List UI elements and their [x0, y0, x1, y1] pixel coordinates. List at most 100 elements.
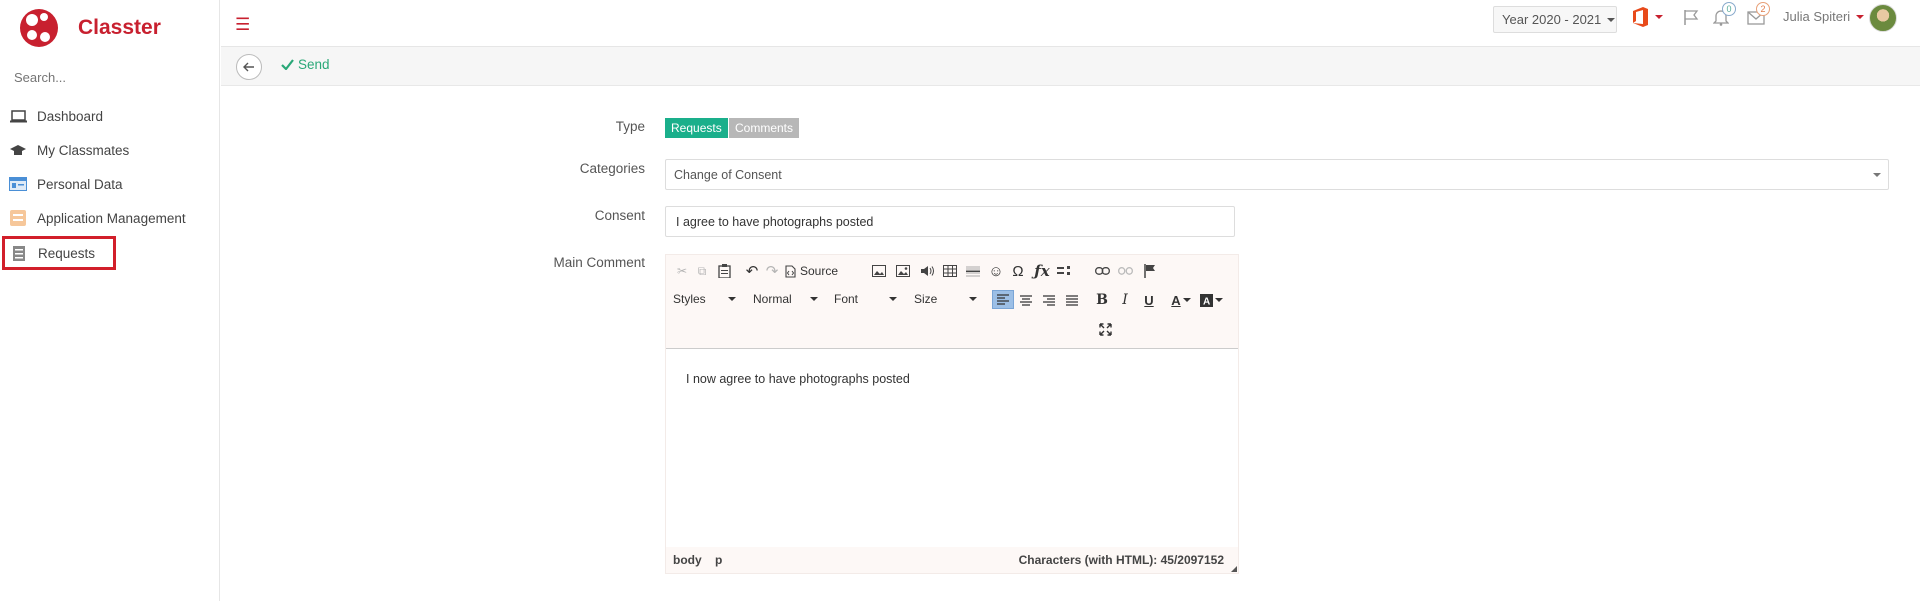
character-count: Characters (with HTML): 45/2097152 [1018, 553, 1224, 567]
size-combo-label: Size [914, 292, 938, 306]
unlink-icon[interactable] [1117, 263, 1133, 279]
italic-icon[interactable]: I [1116, 291, 1134, 309]
flag-icon[interactable] [1683, 9, 1699, 29]
special-character-icon[interactable]: Ω [1010, 263, 1026, 280]
sidebar: Classter Dashboard My Classmates Persona… [0, 0, 220, 601]
office-apps-button[interactable] [1631, 7, 1663, 27]
type-label: Type [615, 119, 645, 134]
type-comments-button[interactable]: Comments [729, 118, 800, 138]
cut-icon[interactable]: ✂ [674, 263, 690, 279]
image-icon[interactable] [871, 263, 887, 279]
notifications-bell-icon[interactable]: 0 [1712, 2, 1736, 29]
sidebar-item-dashboard[interactable]: Dashboard [0, 101, 218, 131]
back-button[interactable] [236, 54, 262, 80]
categories-select[interactable]: Change of Consent [665, 159, 1889, 190]
chevron-down-icon [1607, 17, 1616, 22]
sidebar-item-label: Personal Data [37, 176, 123, 192]
font-combo[interactable]: Font [829, 288, 903, 310]
editor-status-bar: body p Characters (with HTML): 45/209715… [666, 547, 1238, 573]
arrow-left-icon [243, 62, 254, 72]
menu-toggle-icon[interactable]: ☰ [235, 15, 250, 35]
sidebar-item-label: Dashboard [37, 108, 104, 124]
sidebar-item-label: Application Management [37, 210, 186, 226]
main-comment-label: Main Comment [553, 255, 645, 270]
graduation-cap-icon [8, 142, 28, 158]
copy-icon[interactable]: ⧉ [694, 263, 710, 279]
categories-select-value: Change of Consent [674, 167, 782, 182]
consent-label: Consent [594, 208, 645, 223]
editor-toolbar: ✂ ⧉ ↶ ↷ Source ☺ Ω ƒx Styles Normal Font… [666, 255, 1238, 349]
source-label: Source [800, 264, 839, 278]
horizontal-line-icon[interactable] [965, 263, 981, 279]
source-button[interactable]: Source [785, 263, 838, 279]
align-right-icon[interactable] [1040, 291, 1058, 309]
top-bar: ☰ Year 2020 - 2021 0 2 Julia Spiteri [221, 0, 1920, 47]
editor-content[interactable]: I now agree to have photographs posted [666, 350, 1238, 550]
svg-text:A: A [1203, 296, 1210, 307]
text-color-icon[interactable]: A [1169, 291, 1193, 309]
align-center-icon[interactable] [1017, 291, 1035, 309]
chevron-down-icon [728, 297, 736, 301]
id-card-icon [8, 176, 28, 192]
rich-text-editor: ✂ ⧉ ↶ ↷ Source ☺ Ω ƒx Styles Normal Font… [665, 254, 1239, 574]
redo-icon[interactable]: ↷ [764, 263, 780, 280]
avatar[interactable] [1869, 4, 1897, 32]
office-icon [1633, 7, 1648, 27]
align-left-icon[interactable] [992, 290, 1014, 309]
bold-icon[interactable]: B [1093, 291, 1111, 309]
sidebar-item-personal-data[interactable]: Personal Data [0, 169, 218, 199]
chevron-down-icon [889, 297, 897, 301]
chevron-down-icon [1655, 15, 1663, 19]
type-requests-button[interactable]: Requests [665, 118, 728, 138]
size-combo[interactable]: Size [909, 288, 983, 310]
check-icon [281, 59, 294, 70]
chevron-down-icon [810, 297, 818, 301]
sidebar-item-requests[interactable]: Requests [2, 236, 116, 270]
year-select[interactable]: Year 2020 - 2021 [1493, 6, 1617, 33]
path-body[interactable]: body [673, 553, 702, 567]
sidebar-item-application-management[interactable]: Application Management [0, 203, 218, 233]
format-combo[interactable]: Normal [748, 288, 824, 310]
smiley-icon[interactable]: ☺ [988, 263, 1004, 280]
app-name: Classter [78, 16, 161, 39]
year-select-value: Year 2020 - 2021 [1502, 12, 1602, 27]
path-p[interactable]: p [715, 553, 722, 567]
underline-icon[interactable]: U [1140, 291, 1158, 309]
maximize-icon[interactable] [1097, 321, 1113, 337]
format-combo-label: Normal [753, 292, 792, 306]
chevron-down-icon [969, 297, 977, 301]
element-path: body p [673, 553, 722, 567]
send-button[interactable]: Send [281, 57, 330, 72]
notifications-badge: 0 [1722, 2, 1736, 16]
formula-icon[interactable]: ƒx [1033, 262, 1051, 280]
sidebar-search-input[interactable] [14, 70, 204, 85]
paste-icon[interactable] [716, 263, 732, 279]
undo-icon[interactable]: ↶ [744, 263, 760, 280]
link-icon[interactable] [1094, 263, 1110, 279]
image-upload-icon[interactable] [895, 263, 911, 279]
source-icon [785, 264, 796, 278]
action-bar: Send [221, 47, 1920, 86]
messages-envelope-icon[interactable]: 2 [1747, 2, 1770, 28]
styles-combo-label: Styles [673, 292, 706, 306]
list-icon [9, 245, 29, 261]
audio-icon[interactable] [919, 263, 935, 279]
consent-input[interactable] [665, 206, 1235, 237]
sidebar-item-label: My Classmates [37, 142, 130, 158]
chevron-down-icon [1873, 173, 1881, 177]
sidebar-item-label: Requests [38, 245, 96, 261]
align-justify-icon[interactable] [1063, 291, 1081, 309]
background-color-icon[interactable]: A [1198, 291, 1224, 309]
editor-text: I now agree to have photographs posted [686, 372, 910, 386]
send-label: Send [298, 57, 330, 72]
user-menu[interactable]: Julia Spiteri [1783, 9, 1865, 24]
styles-combo[interactable]: Styles [668, 288, 742, 310]
anchor-flag-icon[interactable] [1142, 263, 1158, 279]
sidebar-item-my-classmates[interactable]: My Classmates [0, 135, 218, 165]
messages-badge: 2 [1756, 2, 1770, 16]
app-logo[interactable]: Classter [18, 4, 161, 52]
table-icon[interactable] [942, 263, 958, 279]
laptop-icon [8, 108, 28, 124]
placeholder-icon[interactable] [1056, 263, 1072, 279]
resize-handle-icon[interactable] [1231, 566, 1237, 572]
